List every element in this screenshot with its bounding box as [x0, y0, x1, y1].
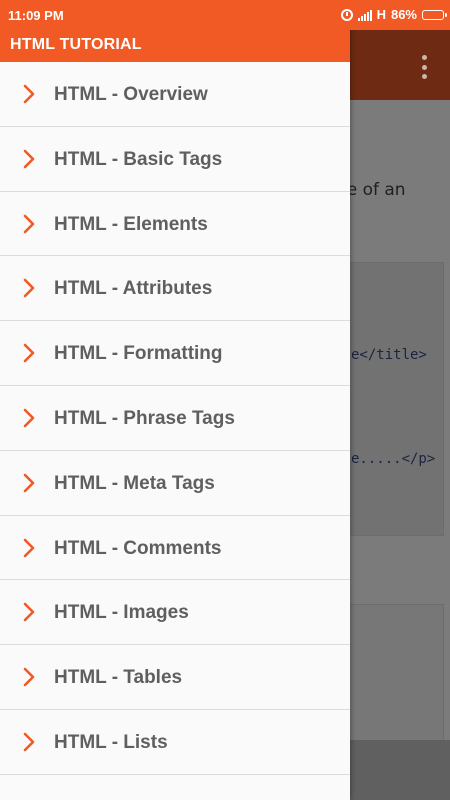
status-bar: 11:09 PM H 86%	[0, 0, 450, 30]
menu-item[interactable]: HTML - Phrase Tags	[0, 386, 350, 451]
code-line: e.....</p>	[351, 451, 436, 467]
menu-item[interactable]: HTML - Images	[0, 580, 350, 646]
chevron-right-icon	[23, 408, 35, 428]
code-line: e</title>	[351, 347, 427, 363]
menu-item-label: HTML - Elements	[54, 213, 208, 235]
menu-item-label: HTML - Attributes	[54, 278, 213, 300]
menu-item-label: HTML - Images	[54, 602, 189, 624]
chevron-right-icon	[23, 473, 35, 493]
menu-item-label: HTML - Comments	[54, 537, 222, 559]
menu-item[interactable]: HTML - Formatting	[0, 321, 350, 386]
menu-item-label: HTML - Meta Tags	[54, 472, 215, 494]
menu-item-label: HTML - Formatting	[54, 343, 223, 365]
chevron-right-icon	[23, 343, 35, 363]
drawer-title: HTML TUTORIAL	[10, 36, 142, 53]
battery-percent: 86%	[390, 7, 417, 22]
menu-list: HTML - Overview HTML - Basic Tags HTML - E…	[0, 62, 350, 775]
navigation-drawer: HTML TUTORIAL HTML - Overview HTML - Basi…	[0, 0, 350, 800]
screen: le of an e</title> e.....</p> HTML TUTOR…	[0, 0, 450, 800]
menu-item-label: HTML - Basic Tags	[54, 148, 223, 170]
menu-item[interactable]: HTML - Meta Tags	[0, 451, 350, 516]
drawer-header: HTML TUTORIAL	[0, 30, 350, 62]
alarm-icon	[340, 8, 353, 21]
signal-icon	[357, 9, 372, 21]
menu-item[interactable]: HTML - Overview	[0, 62, 350, 127]
menu-item[interactable]: HTML - Attributes	[0, 256, 350, 322]
chevron-right-icon	[23, 214, 35, 233]
menu-item-label: HTML - Overview	[54, 84, 208, 105]
chevron-right-icon	[23, 603, 35, 622]
chevron-right-icon	[23, 732, 35, 752]
chevron-right-icon	[23, 84, 35, 104]
menu-item-label: HTML - Phrase Tags	[54, 407, 235, 429]
chevron-right-icon	[23, 149, 35, 169]
chevron-right-icon	[23, 279, 35, 298]
menu-item[interactable]: HTML - Tables	[0, 645, 350, 710]
battery-icon	[422, 9, 447, 20]
content-text-fragment: le of an	[342, 180, 406, 200]
menu-item[interactable]: HTML - Comments	[0, 516, 350, 581]
menu-item[interactable]: HTML - Elements	[0, 192, 350, 257]
chevron-right-icon	[23, 538, 35, 557]
status-icons: H 86%	[340, 7, 447, 22]
network-type: H	[376, 7, 386, 22]
menu-item[interactable]: HTML - Lists	[0, 710, 350, 775]
chevron-right-icon	[23, 667, 35, 687]
status-time: 11:09 PM	[8, 8, 64, 23]
menu-item[interactable]: HTML - Basic Tags	[0, 127, 350, 192]
overflow-menu-icon[interactable]	[422, 55, 428, 79]
menu-item-label: HTML - Tables	[54, 667, 183, 689]
menu-item-label: HTML - Lists	[54, 731, 168, 753]
